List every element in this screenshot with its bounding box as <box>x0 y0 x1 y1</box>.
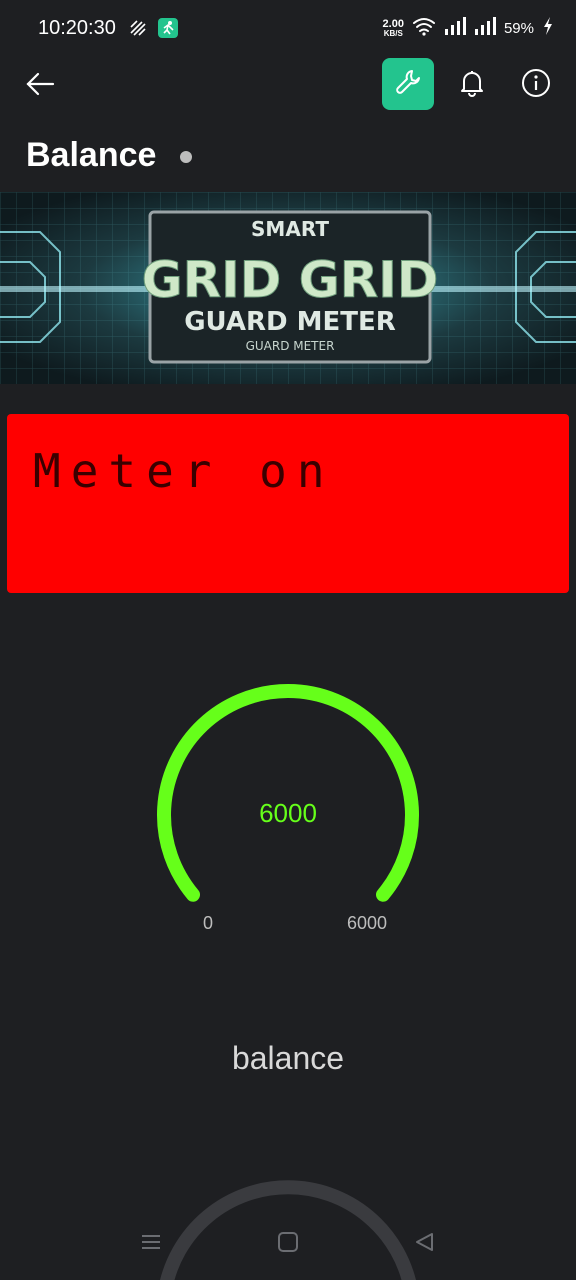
square-home-icon <box>277 1231 299 1258</box>
recents-button[interactable] <box>131 1224 171 1264</box>
gauge-value: 6000 <box>259 798 317 828</box>
bell-icon <box>459 69 485 102</box>
lcd-display: Meter on <box>7 414 569 593</box>
page-title: Balance <box>26 136 157 174</box>
gauge-max-label: 6000 <box>346 913 388 933</box>
gauge-min-label: 0 <box>202 913 213 933</box>
status-time: 10:20:30 <box>38 17 116 39</box>
info-icon <box>521 68 551 103</box>
net-speed: 2.00 KB/S <box>382 17 404 39</box>
net-speed-unit: KB/S <box>383 28 403 38</box>
charging-bolt-icon <box>542 16 554 41</box>
gauge-title: balance <box>231 1040 345 1076</box>
status-right: 2.00 KB/S 59% <box>383 16 554 41</box>
notifications-button[interactable] <box>454 67 490 103</box>
system-nav-bar <box>0 1214 576 1274</box>
menu-lines-icon <box>140 1232 162 1257</box>
data-saver-icon <box>128 18 148 43</box>
balance-gauge: 6000 0 6000 <box>0 670 576 950</box>
system-back-button[interactable] <box>404 1224 444 1264</box>
arrow-left-icon <box>25 72 55 101</box>
triangle-back-icon <box>413 1231 435 1258</box>
top-bar <box>0 56 576 114</box>
wrench-icon <box>394 68 422 101</box>
banner-line4: GUARD METER <box>246 339 335 353</box>
back-button[interactable] <box>22 68 58 104</box>
banner-line2: GRID GRID <box>142 251 439 309</box>
info-button[interactable] <box>518 67 554 103</box>
status-bar: 10:20:30 2.00 KB/S 59% <box>0 0 576 56</box>
gauge-fill-arc <box>157 684 419 902</box>
net-speed-value: 2.00 <box>382 17 404 30</box>
settings-wrench-button[interactable] <box>382 58 434 110</box>
banner-line1: SMART <box>251 217 329 241</box>
signal-icon <box>444 16 466 41</box>
running-app-icon <box>158 18 178 43</box>
status-dot <box>180 151 192 163</box>
signal-icon <box>474 16 496 41</box>
wifi-icon <box>412 16 436 41</box>
banner-line3: GUARD METER <box>184 307 396 337</box>
banner-image: SMART GRID GRID GUARD METER GUARD METER <box>0 192 576 384</box>
battery-text: 59% <box>503 20 534 37</box>
home-button[interactable] <box>268 1224 308 1264</box>
status-left-icons <box>128 18 178 43</box>
lcd-text: Meter on <box>33 444 335 498</box>
